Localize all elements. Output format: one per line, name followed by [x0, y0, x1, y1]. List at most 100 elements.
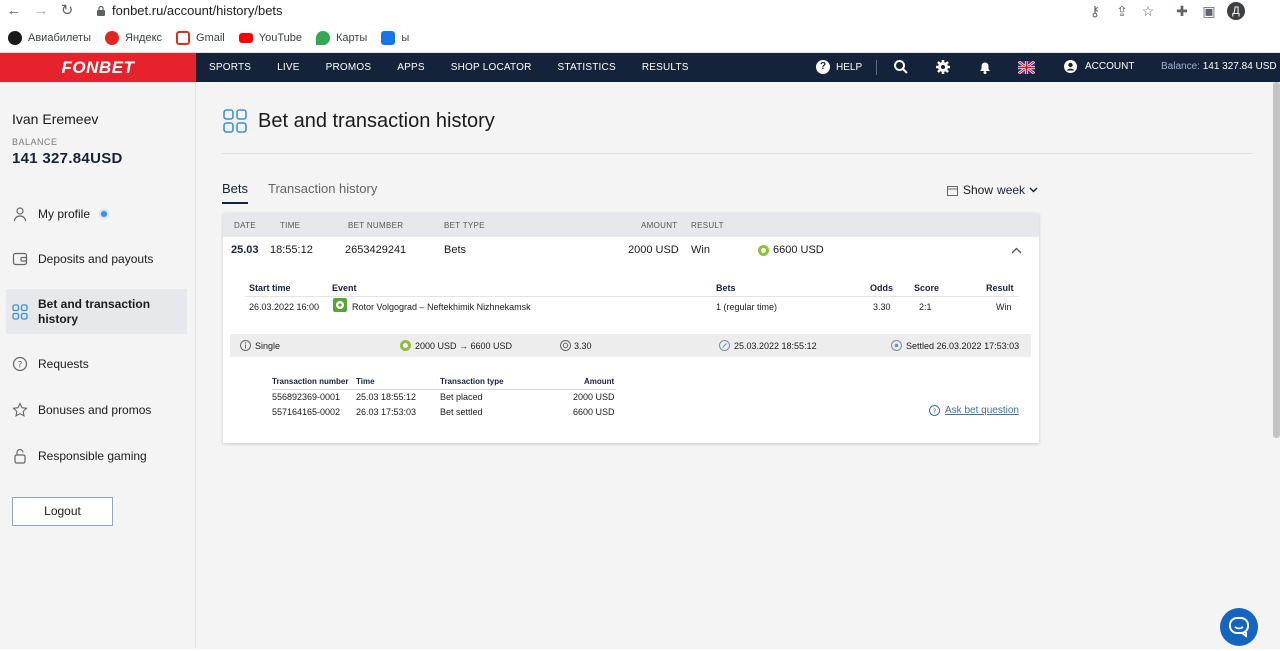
settled-icon: [891, 340, 902, 351]
chat-button[interactable]: [1220, 608, 1258, 646]
table-header: DATE TIME BET NUMBER BET TYPE AMOUNT RES…: [223, 213, 1039, 237]
gear-icon[interactable]: [935, 59, 951, 75]
address-bar[interactable]: fonbet.ru/account/history/bets: [96, 3, 283, 18]
period-selector[interactable]: Show week: [947, 183, 1038, 197]
fonbet-logo[interactable]: FONBET: [0, 53, 196, 82]
grid-icon: [223, 109, 247, 133]
sidebar-item-responsible-gaming[interactable]: Responsible gaming: [6, 446, 187, 466]
bet-payout: 6600 USD: [773, 244, 824, 256]
chat-icon: [1229, 617, 1249, 638]
account-sidebar: Ivan Eremeev BALANCE 141 327.84USD My pr…: [0, 82, 196, 649]
account-link[interactable]: ACCOUNT: [1064, 60, 1134, 73]
gmail-icon: [176, 31, 191, 45]
uk-flag-icon[interactable]: [1018, 61, 1035, 74]
pen-icon: [719, 340, 730, 351]
yandex-icon: [105, 31, 120, 45]
user-name: Ivan Eremeev: [12, 111, 99, 127]
info-icon: [240, 340, 251, 351]
sidebar-item-bet-history[interactable]: Bet and transaction history: [6, 289, 187, 334]
youtube-icon: [238, 33, 253, 43]
globe-icon: [8, 31, 22, 45]
mail-icon: [381, 31, 396, 45]
star-icon: [12, 402, 28, 417]
coin-icon: [400, 340, 411, 351]
sidebar-item-bonuses[interactable]: Bonuses and promos: [6, 400, 187, 420]
tab-transaction-history[interactable]: Transaction history: [268, 181, 377, 196]
bookmarks-bar: Авиабилеты Яндекс Gmail YouTube Карты ы: [0, 28, 415, 48]
forward-icon[interactable]: →: [33, 3, 49, 19]
help-link[interactable]: ? HELP: [816, 60, 862, 74]
reload-icon[interactable]: ↻: [59, 3, 75, 19]
question-icon: ?: [12, 356, 28, 372]
chevron-up-icon[interactable]: [1011, 247, 1022, 254]
menu-promos[interactable]: PROMOS: [326, 62, 372, 73]
share-icon[interactable]: ⇪: [1114, 3, 1130, 19]
menu-shop-locator[interactable]: SHOP LOCATOR: [451, 62, 532, 73]
bet-result: Win: [691, 244, 710, 256]
bookmark-0[interactable]: Авиабилеты: [8, 31, 91, 45]
svg-text:?: ?: [933, 407, 937, 415]
bet-summary-band: Single 2000 USD → 6600 USD 3.30 25.03.20…: [230, 334, 1031, 357]
bet-number: 2653429241: [345, 244, 407, 256]
coin-icon: [758, 245, 769, 256]
lock-icon: [97, 5, 105, 16]
bookmark-1[interactable]: Яндекс: [105, 31, 162, 45]
grid-icon: [12, 303, 28, 320]
wallet-icon: [12, 252, 28, 266]
url-text: fonbet.ru/account/history/bets: [112, 3, 283, 18]
question-icon: ?: [929, 405, 940, 416]
menu-sports[interactable]: SPORTS: [209, 62, 251, 73]
football-icon: [333, 298, 347, 312]
header-balance: Balance: 141 327.84 USD: [1161, 61, 1277, 72]
user-icon: [13, 207, 27, 222]
bell-icon[interactable]: [977, 59, 993, 75]
menu-results[interactable]: RESULTS: [642, 62, 689, 73]
calendar-icon: [947, 185, 958, 196]
sidebar-item-deposits[interactable]: Deposits and payouts: [6, 249, 187, 269]
page-title: Bet and transaction history: [258, 110, 495, 132]
bookmark-4[interactable]: Карты: [315, 31, 367, 45]
back-icon[interactable]: ←: [6, 3, 22, 19]
top-navigation: FONBET SPORTS LIVE PROMOS APPS SHOP LOCA…: [0, 53, 1280, 82]
sidebar-item-my-profile[interactable]: My profile: [6, 204, 187, 224]
bet-date: 25.03: [231, 244, 259, 256]
bookmark-5[interactable]: ы: [381, 31, 409, 45]
star-bookmark-icon[interactable]: ☆: [1140, 3, 1156, 19]
lock-icon: [14, 448, 26, 464]
tab-bets[interactable]: Bets: [222, 181, 249, 204]
menu-statistics[interactable]: STATISTICS: [558, 62, 616, 73]
address-row: ← → ↻ fonbet.ru/account/history/bets ⚷ ⇪…: [0, 0, 1280, 22]
chevron-down-icon: [1029, 187, 1038, 193]
odds-icon: [560, 340, 571, 351]
main-menu: SPORTS LIVE PROMOS APPS SHOP LOCATOR STA…: [209, 53, 715, 82]
key-icon[interactable]: ⚷: [1087, 3, 1103, 19]
browser-chrome: ← → ↻ fonbet.ru/account/history/bets ⚷ ⇪…: [0, 0, 1280, 53]
bet-time: 18:55:12: [270, 244, 313, 256]
logout-button[interactable]: Logout: [12, 497, 113, 526]
menu-apps[interactable]: APPS: [397, 62, 424, 73]
notification-dot: [99, 209, 110, 219]
event-name: Rotor Volgograd – Neftekhimik Nizhnekams…: [352, 302, 531, 312]
balance-label: BALANCE: [12, 137, 58, 147]
bookmark-2[interactable]: Gmail: [176, 31, 225, 45]
maps-icon: [315, 31, 330, 45]
account-icon: [1064, 60, 1077, 73]
ask-bet-question-link[interactable]: ? Ask bet question: [929, 405, 1019, 416]
svg-text:?: ?: [18, 361, 23, 371]
extensions-icon[interactable]: ✚: [1174, 3, 1190, 19]
help-icon: ?: [816, 60, 830, 74]
bet-card: DATE TIME BET NUMBER BET TYPE AMOUNT RES…: [223, 213, 1039, 443]
sidebar-item-requests[interactable]: ? Requests: [6, 354, 187, 374]
menu-live[interactable]: LIVE: [277, 62, 299, 73]
balance-value: 141 327.84USD: [12, 150, 123, 167]
nav-divider: [876, 60, 877, 75]
bet-type: Bets: [444, 244, 467, 256]
bookmark-3[interactable]: YouTube: [238, 32, 302, 44]
sidepanel-icon[interactable]: ▣: [1201, 3, 1217, 19]
main-content: Bet and transaction history Bets Transac…: [196, 82, 1280, 649]
search-icon[interactable]: [893, 59, 909, 75]
bet-amount: 2000 USD: [628, 244, 679, 256]
title-divider: [222, 153, 1252, 154]
page-scrollbar[interactable]: [1273, 82, 1280, 438]
profile-avatar[interactable]: Д: [1227, 2, 1245, 20]
